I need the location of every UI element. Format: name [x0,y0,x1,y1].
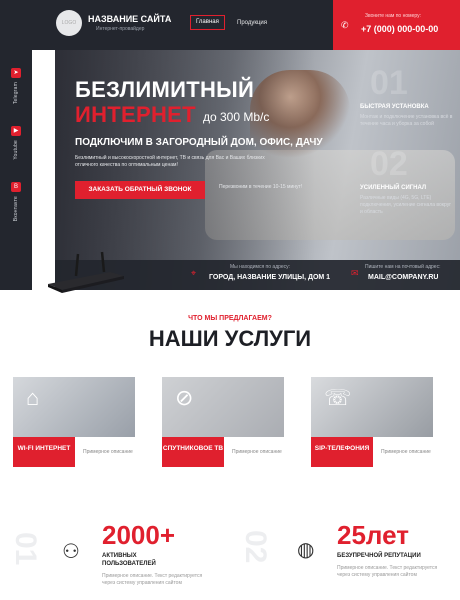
call-label: Звоните нам по номеру: [365,13,421,19]
service-card-sip[interactable]: ☏ SIP-ТЕЛЕФОНИЯ Примерное описание [311,377,433,467]
social-sidebar: ➤ Telegram ▶ Youtube В Вконтакте [0,0,32,290]
hero-title-speed: до 300 Мb/c [203,110,270,124]
mail-label: Пишите нам на почтовый адрес: [365,264,441,270]
stat-description: Примерное описание. Текст редактируется … [337,565,438,578]
service-card-tv[interactable]: ⊘ СПУТНИКОВОЕ ТВ Примерное описание [162,377,284,467]
vk-icon: В [11,182,21,192]
callback-note: Перезвоним в течение 10-15 минут! [219,184,303,190]
router-image [48,251,124,293]
hero-title-line2: ИНТЕРНЕТ [75,102,196,127]
logo[interactable]: LOGO [56,10,82,36]
telegram-icon: ➤ [11,68,21,78]
nav-products[interactable]: Продукция [237,20,267,26]
service-description: Примерное описание [373,437,433,467]
nav-home[interactable]: Главная [190,15,225,30]
stat-label: БЕЗУПРЕЧНОЙ РЕПУТАЦИИ [337,553,421,559]
stat-value: 25лет [337,520,409,550]
callback-button[interactable]: ЗАКАЗАТЬ ОБРАТНЫЙ ЗВОНОК [75,181,205,199]
feature-description: Монтаж и подключение установка всё в теч… [360,114,453,127]
phone-number[interactable]: +7 (000) 000-00-00 [361,24,438,34]
stat-bg-number: 01 [9,532,42,566]
stat-value: 2000+ [102,520,176,550]
sidebar-item-label: Telegram [13,82,19,105]
sidebar-item-vk[interactable]: В Вконтакте [0,182,32,221]
site-name: НАЗВАНИЕ САЙТА [88,14,172,24]
page: ➤ Telegram ▶ Youtube В Вконтакте LOGO НА… [0,0,460,600]
hero-description: Безлимитный и высокоскоростной интернет,… [75,155,265,168]
mail-value[interactable]: MAIL@COMPANY.RU [368,274,438,281]
address-label: Мы находимся по адресу: [230,264,291,270]
youtube-icon: ▶ [11,126,21,136]
call-box[interactable]: ✆ Звоните нам по номеру: +7 (000) 000-00… [333,0,460,50]
header: LOGO НАЗВАНИЕ САЙТА Интернет-провайдер Г… [32,0,460,50]
site-tagline: Интернет-провайдер [96,26,145,32]
stat-bg-number: 02 [239,530,272,564]
service-description: Примерное описание [224,437,284,467]
wifi-router-icon: ⌂ [26,385,40,410]
hero-subtitle: ПОДКЛЮЧИМ В ЗАГОРОДНЫЙ ДОМ, ОФИС, ДАЧУ [75,137,323,148]
address-value: ГОРОД, НАЗВАНИЕ УЛИЦЫ, ДОМ 1 [209,274,331,281]
service-title: СПУТНИКОВОЕ ТВ [162,437,224,467]
services-title: НАШИ УСЛУГИ [148,326,312,351]
service-description: Примерное описание [75,437,135,467]
sidebar-item-telegram[interactable]: ➤ Telegram [0,68,32,104]
service-title: SIP-ТЕЛЕФОНИЯ [311,437,373,467]
satellite-icon: ⊘ [175,385,194,410]
location-icon: ⌖ [191,268,197,278]
stat-label: АКТИВНЫХ ПОЛЬЗОВАТЕЛЕЙ [102,553,156,567]
service-card-wifi[interactable]: ⌂ WI-FI ИНТЕРНЕТ Примерное описание [13,377,135,467]
sidebar-item-youtube[interactable]: ▶ Youtube [0,126,32,160]
feature-number: 01 [370,64,408,102]
users-icon: ⚇ [62,541,80,563]
globe-icon: ◍ [297,539,315,561]
phone-icon: ☏ [324,385,352,410]
feature-title: УСИЛЕННЫЙ СИГНАЛ [360,185,427,191]
phone-icon: ✆ [341,20,349,30]
sidebar-item-label: Youtube [13,140,19,160]
sidebar-item-label: Вконтакте [13,196,19,222]
hero-title-line1: БЕЗЛИМИТНЫЙ [75,77,255,102]
feature-description: Различные виды (4G, 5G, LTE) подключения… [360,195,452,215]
feature-number: 02 [370,145,408,183]
services-subtitle: ЧТО МЫ ПРЕДЛАГАЕМ? [188,315,272,322]
service-title: WI-FI ИНТЕРНЕТ [13,437,75,467]
feature-title: БЫСТРАЯ УСТАНОВКА [360,104,429,110]
stat-description: Примерное описание. Текст редактируется … [102,573,203,586]
mail-icon: ✉ [351,268,359,278]
